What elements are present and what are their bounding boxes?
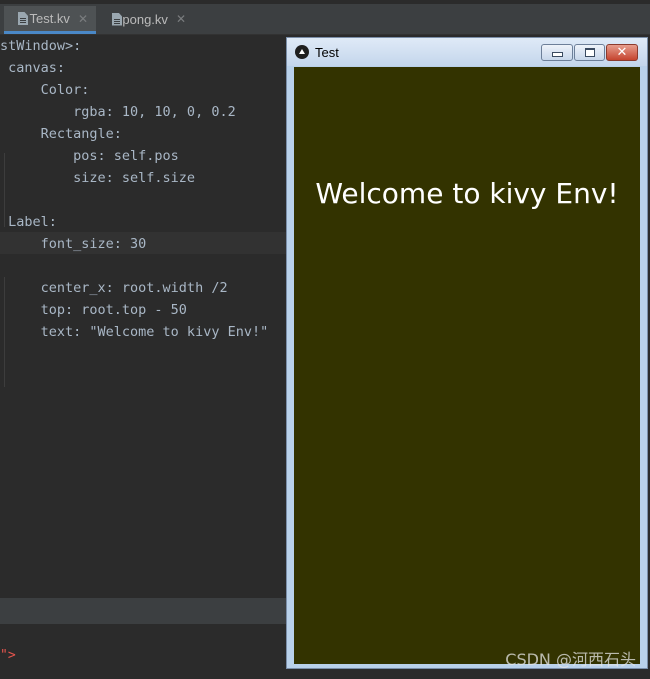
file-icon bbox=[18, 12, 27, 25]
code-line[interactable]: text: "Welcome to kivy Env!" bbox=[0, 321, 269, 343]
code-line[interactable]: stWindow>: bbox=[0, 35, 81, 57]
minimize-icon bbox=[551, 52, 563, 57]
window-titlebar[interactable]: Test ✕ bbox=[287, 38, 647, 66]
welcome-label: Welcome to kivy Env! bbox=[315, 177, 619, 210]
tool-window-header bbox=[0, 598, 286, 624]
code-line[interactable]: canvas: bbox=[0, 57, 65, 79]
close-icon[interactable]: ✕ bbox=[176, 12, 186, 26]
code-line[interactable]: Color: bbox=[0, 79, 90, 101]
run-output-panel bbox=[0, 624, 286, 679]
code-line[interactable]: size: self.size bbox=[0, 167, 195, 189]
code-line[interactable]: top: root.top - 50 bbox=[0, 299, 187, 321]
window-title: Test bbox=[315, 45, 339, 60]
tab-label: pong.kv bbox=[122, 11, 168, 27]
close-button[interactable]: ✕ bbox=[606, 44, 638, 61]
close-icon[interactable]: ✕ bbox=[78, 12, 88, 26]
code-line[interactable]: font_size: 30 bbox=[0, 233, 147, 255]
close-icon: ✕ bbox=[616, 45, 628, 60]
minimize-button[interactable] bbox=[541, 44, 573, 61]
output-text: "> bbox=[0, 648, 16, 663]
kivy-canvas[interactable]: Welcome to kivy Env! bbox=[294, 67, 640, 664]
tab-test-kv[interactable]: Test.kv ✕ bbox=[4, 6, 96, 34]
csdn-watermark: CSDN @河西石头 bbox=[505, 650, 636, 669]
code-line[interactable]: pos: self.pos bbox=[0, 145, 179, 167]
tab-bar-top-strip bbox=[0, 0, 650, 4]
kivy-app-window[interactable]: Test ✕ Welcome to kivy Env! bbox=[286, 37, 648, 669]
code-line[interactable]: Rectangle: bbox=[0, 123, 122, 145]
code-line[interactable]: center_x: root.width /2 bbox=[0, 277, 228, 299]
tab-pong-kv[interactable]: pong.kv ✕ bbox=[98, 6, 194, 32]
code-line[interactable]: rgba: 10, 10, 0, 0.2 bbox=[0, 101, 236, 123]
code-editor[interactable]: stWindow>: canvas: Color: rgba: 10, 10, … bbox=[0, 35, 286, 598]
tab-label: Test.kv bbox=[29, 11, 70, 26]
file-icon bbox=[112, 13, 121, 26]
maximize-button[interactable] bbox=[574, 44, 605, 61]
editor-tab-bar: Test.kv ✕ pong.kv ✕ bbox=[0, 0, 650, 35]
code-line[interactable]: Label: bbox=[0, 211, 57, 233]
maximize-icon bbox=[584, 48, 595, 57]
kivy-logo-icon bbox=[295, 45, 309, 59]
